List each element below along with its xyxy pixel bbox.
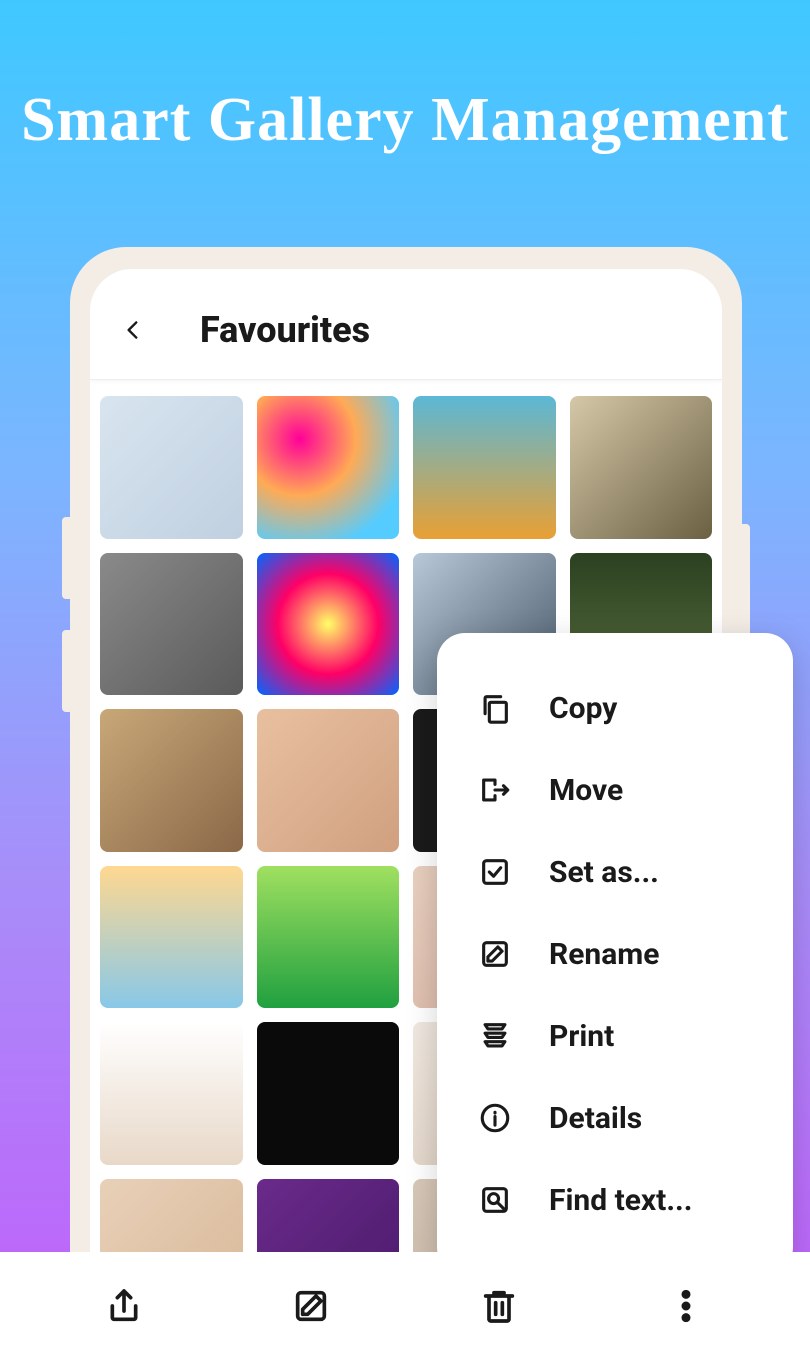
photo-thumbnail[interactable]: [100, 866, 243, 1009]
findtext-icon: [477, 1182, 513, 1218]
photo-thumbnail[interactable]: [100, 709, 243, 852]
page-title: Favourites: [200, 309, 370, 351]
move-icon: [477, 772, 513, 808]
menu-item-setas[interactable]: Set as...: [437, 831, 793, 913]
back-button[interactable]: [120, 317, 146, 343]
phone-side-button: [62, 630, 70, 712]
menu-label: Find text...: [549, 1183, 692, 1218]
promo-title: Smart Gallery Management: [0, 0, 810, 156]
menu-item-copy[interactable]: Copy: [437, 667, 793, 749]
photo-thumbnail[interactable]: [100, 1022, 243, 1165]
menu-item-findtext[interactable]: Find text...: [437, 1159, 793, 1241]
menu-item-move[interactable]: Move: [437, 749, 793, 831]
menu-item-rename[interactable]: Rename: [437, 913, 793, 995]
rename-icon: [477, 936, 513, 972]
menu-label: Rename: [549, 937, 659, 972]
bottom-toolbar: [0, 1252, 810, 1360]
setas-icon: [477, 854, 513, 890]
print-icon: [477, 1018, 513, 1054]
photo-thumbnail[interactable]: [100, 396, 243, 539]
edit-icon: [291, 1286, 331, 1326]
chevron-left-icon: [120, 317, 146, 343]
photo-thumbnail[interactable]: [257, 709, 400, 852]
app-header: Favourites: [90, 269, 722, 380]
photo-thumbnail[interactable]: [257, 553, 400, 696]
menu-label: Print: [549, 1019, 614, 1054]
photo-thumbnail[interactable]: [257, 866, 400, 1009]
phone-side-button: [742, 524, 750, 639]
photo-thumbnail[interactable]: [100, 553, 243, 696]
details-icon: [477, 1100, 513, 1136]
menu-item-print[interactable]: Print: [437, 995, 793, 1077]
menu-label: Copy: [549, 691, 617, 726]
menu-label: Set as...: [549, 855, 659, 890]
edit-button[interactable]: [289, 1284, 333, 1328]
more-vertical-icon: [666, 1286, 706, 1326]
trash-icon: [479, 1286, 519, 1326]
photo-thumbnail[interactable]: [413, 396, 556, 539]
delete-button[interactable]: [477, 1284, 521, 1328]
copy-icon: [477, 690, 513, 726]
photo-thumbnail[interactable]: [257, 1022, 400, 1165]
menu-label: Details: [549, 1101, 642, 1136]
share-button[interactable]: [102, 1284, 146, 1328]
photo-thumbnail[interactable]: [570, 396, 713, 539]
more-button[interactable]: [664, 1284, 708, 1328]
share-icon: [104, 1286, 144, 1326]
menu-label: Move: [549, 773, 623, 808]
phone-side-button: [62, 517, 70, 599]
context-menu: Copy Move Set as... Rename Print Details: [437, 633, 793, 1275]
menu-item-details[interactable]: Details: [437, 1077, 793, 1159]
photo-thumbnail[interactable]: [257, 396, 400, 539]
